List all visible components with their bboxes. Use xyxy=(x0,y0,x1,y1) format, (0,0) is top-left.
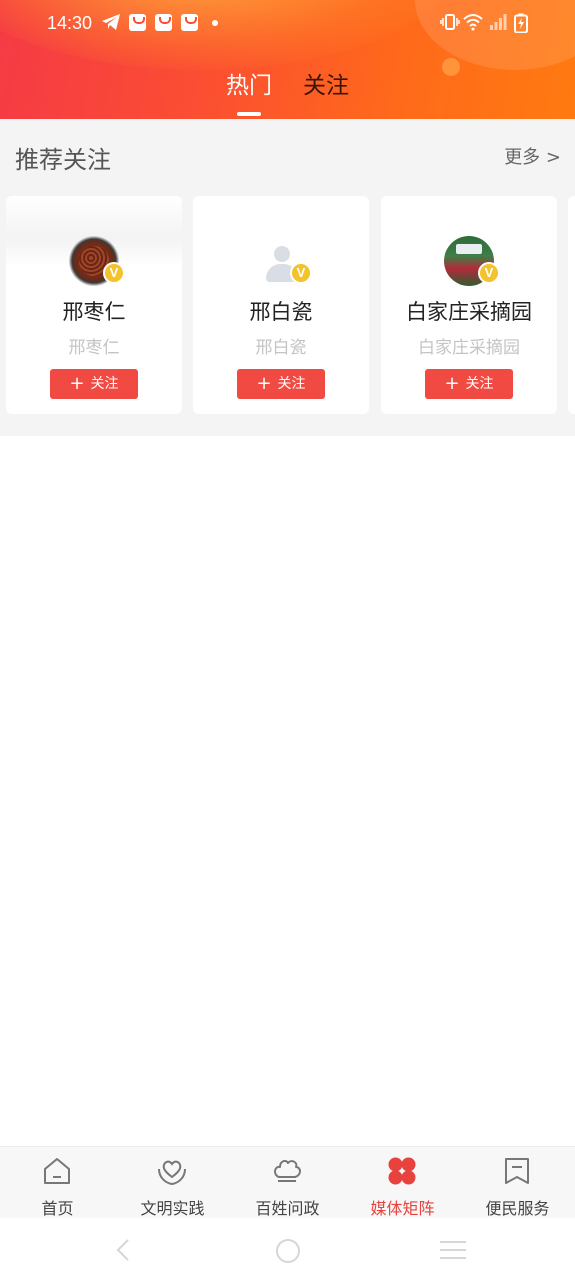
menu-icon[interactable] xyxy=(439,1238,467,1266)
user-icon xyxy=(274,246,290,262)
recommend-section: 推荐关注 更多 > V 邢枣仁 邢枣仁 + 关注 V 邢白瓷 邢白瓷 + 关注 … xyxy=(0,119,575,436)
heart-hands-icon xyxy=(156,1155,188,1187)
account-card[interactable]: V 邢白瓷 邢白瓷 + 关注 xyxy=(193,196,369,414)
bag-icon xyxy=(129,14,146,31)
follow-button-label: 关注 xyxy=(277,376,306,392)
system-nav-bar xyxy=(0,1218,575,1280)
battery-charging-icon xyxy=(514,13,528,38)
follow-button-label: 关注 xyxy=(90,376,119,392)
status-bar: 14:30 xyxy=(0,0,575,48)
card-name: 邢白瓷 xyxy=(249,300,313,324)
bottom-nav: 首页 文明实践 百姓问政 媒体矩阵 便民服务 xyxy=(0,1146,575,1218)
back-icon[interactable] xyxy=(113,1238,133,1266)
app-page: 14:30 热门 关注 推荐关注 更多 > V 邢枣仁 邢枣仁 + 关注 V 邢… xyxy=(0,0,575,1280)
follow-button[interactable]: + 关注 xyxy=(237,369,325,399)
follow-button-label: 关注 xyxy=(465,376,494,392)
home-circle-icon[interactable] xyxy=(275,1238,301,1268)
nav-item-civilization[interactable]: 文明实践 xyxy=(115,1147,230,1219)
recommend-cards: V 邢枣仁 邢枣仁 + 关注 V 邢白瓷 邢白瓷 + 关注 V 白家庄采摘园 白… xyxy=(0,196,575,414)
tab-follow[interactable]: 关注 xyxy=(303,66,349,100)
chef-hat-icon xyxy=(271,1155,303,1187)
follow-button[interactable]: + 关注 xyxy=(50,369,138,399)
nav-item-services[interactable]: 便民服务 xyxy=(460,1147,575,1219)
card-subtitle: 邢白瓷 xyxy=(255,338,307,358)
follow-button[interactable]: + 关注 xyxy=(425,369,513,399)
top-tabs: 热门 关注 xyxy=(0,62,575,116)
nav-item-media-matrix[interactable]: 媒体矩阵 xyxy=(345,1147,460,1219)
active-tab-indicator xyxy=(237,112,261,116)
plus-icon: + xyxy=(69,373,85,394)
account-card-partial[interactable] xyxy=(568,196,575,414)
wifi-icon xyxy=(463,13,483,36)
section-title: 推荐关注 xyxy=(15,146,111,174)
card-subtitle: 邢枣仁 xyxy=(68,338,120,358)
header: 14:30 热门 关注 xyxy=(0,0,575,119)
status-time: 14:30 xyxy=(47,13,93,33)
verified-badge-icon: V xyxy=(290,262,312,284)
card-subtitle: 白家庄采摘园 xyxy=(418,338,520,358)
bag-icon xyxy=(181,14,198,31)
nav-label: 百姓问政 xyxy=(255,1199,320,1218)
vibrate-icon xyxy=(440,13,460,36)
more-link[interactable]: 更多 > xyxy=(504,143,561,169)
nav-label: 首页 xyxy=(41,1199,74,1218)
verified-badge-icon: V xyxy=(478,262,500,284)
account-card[interactable]: V 白家庄采摘园 白家庄采摘园 + 关注 xyxy=(381,196,557,414)
plus-icon: + xyxy=(256,373,272,394)
nav-label: 文明实践 xyxy=(140,1199,205,1218)
bag-icon xyxy=(155,14,172,31)
notification-dot-icon xyxy=(212,20,218,26)
bookmark-icon xyxy=(501,1155,533,1187)
plus-icon: + xyxy=(444,373,460,394)
four-petal-icon xyxy=(386,1155,418,1187)
nav-item-home[interactable]: 首页 xyxy=(0,1147,115,1219)
account-card[interactable]: V 邢枣仁 邢枣仁 + 关注 xyxy=(6,196,182,414)
telegram-icon xyxy=(101,13,121,36)
home-icon xyxy=(41,1155,73,1187)
nav-label: 便民服务 xyxy=(485,1199,550,1218)
card-name: 白家庄采摘园 xyxy=(406,300,532,324)
signal-icon xyxy=(489,13,507,36)
card-name: 邢枣仁 xyxy=(62,300,126,324)
nav-item-inquiry[interactable]: 百姓问政 xyxy=(230,1147,345,1219)
nav-label: 媒体矩阵 xyxy=(370,1199,435,1218)
verified-badge-icon: V xyxy=(103,262,125,284)
tab-hot[interactable]: 热门 xyxy=(226,66,272,100)
